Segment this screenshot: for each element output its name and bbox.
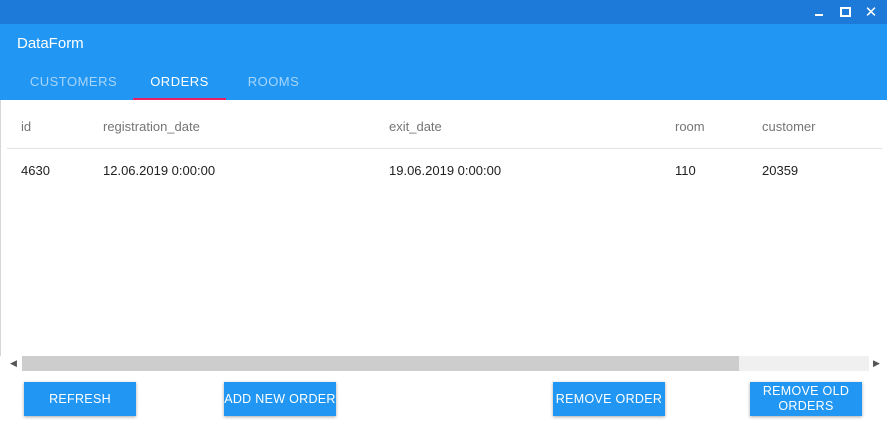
tab-rooms[interactable]: ROOMS xyxy=(227,68,320,100)
scroll-thumb[interactable] xyxy=(22,356,739,371)
app-bar: DataForm CUSTOMERS ORDERS ROOMS xyxy=(0,24,887,100)
app-title: DataForm xyxy=(17,35,84,52)
maximize-button[interactable] xyxy=(834,0,856,24)
scroll-track[interactable] xyxy=(22,356,869,371)
cell-exit-date: 19.06.2019 0:00:00 xyxy=(389,163,502,178)
remove-old-orders-button[interactable]: REMOVE OLD ORDERS xyxy=(750,382,862,416)
minimize-button[interactable] xyxy=(808,0,830,24)
column-header-customer[interactable]: customer xyxy=(762,100,815,148)
table-row[interactable]: 4630 12.06.2019 0:00:00 19.06.2019 0:00:… xyxy=(7,149,882,192)
column-header-room[interactable]: room xyxy=(675,100,705,148)
column-header-exit-date[interactable]: exit_date xyxy=(389,100,442,148)
scroll-left-icon[interactable]: ◀ xyxy=(6,356,21,371)
grid-header-row: id registration_date exit_date room cust… xyxy=(7,100,882,149)
cell-room: 110 xyxy=(675,163,696,178)
refresh-button[interactable]: REFRESH xyxy=(24,382,136,416)
column-header-id[interactable]: id xyxy=(21,100,31,148)
cell-id: 4630 xyxy=(21,163,50,178)
cell-registration-date: 12.06.2019 0:00:00 xyxy=(103,163,216,178)
window-titlebar: ✕ xyxy=(0,0,887,24)
scroll-right-icon[interactable]: ▶ xyxy=(869,356,884,371)
minimize-icon xyxy=(815,14,823,16)
column-header-registration-date[interactable]: registration_date xyxy=(103,100,200,148)
close-button[interactable]: ✕ xyxy=(860,0,882,24)
orders-grid: id registration_date exit_date room cust… xyxy=(0,100,887,356)
tab-customers[interactable]: CUSTOMERS xyxy=(27,68,120,100)
remove-order-button[interactable]: REMOVE ORDER xyxy=(553,382,665,416)
add-new-order-button[interactable]: ADD NEW ORDER xyxy=(224,382,336,416)
cell-customer: 20359 xyxy=(762,163,799,178)
maximize-icon xyxy=(839,7,851,17)
tab-orders[interactable]: ORDERS xyxy=(133,68,226,100)
horizontal-scrollbar[interactable]: ◀ ▶ xyxy=(0,356,887,371)
close-icon: ✕ xyxy=(864,3,878,21)
